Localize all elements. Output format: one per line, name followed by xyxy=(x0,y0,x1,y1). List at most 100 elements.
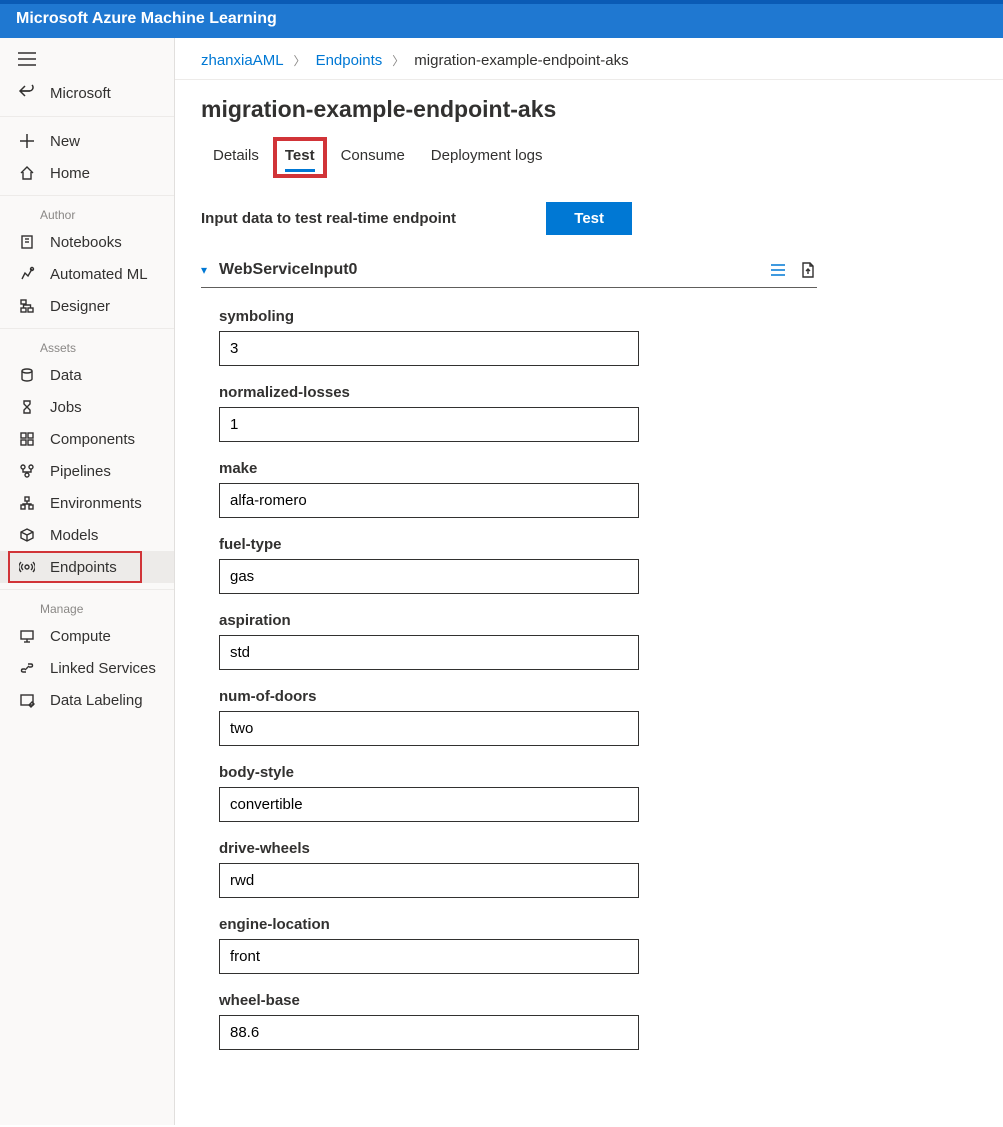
jobs-icon xyxy=(18,398,36,416)
list-view-icon[interactable] xyxy=(769,261,787,279)
sidebar-item-label: Data xyxy=(50,367,82,384)
breadcrumb-link[interactable]: Endpoints xyxy=(316,52,383,69)
field-input-wheel-base[interactable] xyxy=(219,1015,639,1050)
sidebar-item-home[interactable]: Home xyxy=(0,157,174,189)
field-label: drive-wheels xyxy=(219,840,817,863)
models-icon xyxy=(18,526,36,544)
workspace-name: Microsoft xyxy=(50,85,111,102)
field-make: make xyxy=(201,460,817,536)
notebook-icon xyxy=(18,233,36,251)
input-group-title: WebServiceInput0 xyxy=(219,261,757,279)
field-engine-location: engine-location xyxy=(201,916,817,992)
input-group-header[interactable]: ▾ WebServiceInput0 xyxy=(201,255,817,288)
designer-icon xyxy=(18,297,36,315)
product-name: Microsoft Azure Machine Learning xyxy=(16,10,277,27)
sidebar-item-linked[interactable]: Linked Services xyxy=(0,652,174,684)
field-label: num-of-doors xyxy=(219,688,817,711)
field-fuel-type: fuel-type xyxy=(201,536,817,612)
tab-consume[interactable]: Consume xyxy=(339,141,407,174)
sidebar-item-models[interactable]: Models xyxy=(0,519,174,551)
field-label: fuel-type xyxy=(219,536,817,559)
breadcrumb-current: migration-example-endpoint-aks xyxy=(414,52,628,69)
sidebar-item-environments[interactable]: Environments xyxy=(0,487,174,519)
field-label: make xyxy=(219,460,817,483)
sidebar-item-label: Models xyxy=(50,527,98,544)
sidebar-item-jobs[interactable]: Jobs xyxy=(0,391,174,423)
sidebar-item-label: Designer xyxy=(50,298,110,315)
field-input-normalized-losses[interactable] xyxy=(219,407,639,442)
field-symboling: symboling xyxy=(201,308,817,384)
tab-logs[interactable]: Deployment logs xyxy=(429,141,545,174)
sidebar-item-label: Endpoints xyxy=(50,559,117,576)
sidebar-item-notebooks[interactable]: Notebooks xyxy=(0,226,174,258)
field-label: aspiration xyxy=(219,612,817,635)
sidebar-item-label: New xyxy=(50,133,80,150)
field-body-style: body-style xyxy=(201,764,817,840)
plus-icon xyxy=(18,132,36,150)
breadcrumb-link[interactable]: zhanxiaAML xyxy=(201,52,284,69)
components-icon xyxy=(18,430,36,448)
sidebar-item-automl[interactable]: Automated ML xyxy=(0,258,174,290)
sidebar-item-label: Linked Services xyxy=(50,660,156,677)
chevron-right-icon: 〉 xyxy=(294,52,306,69)
sidebar-item-label: Environments xyxy=(50,495,142,512)
sidebar-item-endpoints[interactable]: Endpoints xyxy=(0,551,174,583)
field-label: symboling xyxy=(219,308,817,331)
tabs: Details Test Consume Deployment logs xyxy=(175,131,1003,174)
sidebar-item-label: Compute xyxy=(50,628,111,645)
sidebar-item-components[interactable]: Components xyxy=(0,423,174,455)
field-num-of-doors: num-of-doors xyxy=(201,688,817,764)
field-normalized-losses: normalized-losses xyxy=(201,384,817,460)
hamburger-button[interactable] xyxy=(0,52,174,76)
sidebar-item-pipelines[interactable]: Pipelines xyxy=(0,455,174,487)
field-input-make[interactable] xyxy=(219,483,639,518)
chevron-right-icon: 〉 xyxy=(392,52,404,69)
field-input-fuel-type[interactable] xyxy=(219,559,639,594)
sidebar-item-label: Data Labeling xyxy=(50,692,143,709)
field-label: engine-location xyxy=(219,916,817,939)
breadcrumb: zhanxiaAML 〉 Endpoints 〉 migration-examp… xyxy=(175,38,1003,80)
sidebar-item-designer[interactable]: Designer xyxy=(0,290,174,322)
main-content: zhanxiaAML 〉 Endpoints 〉 migration-examp… xyxy=(175,38,1003,1125)
workspace-selector[interactable]: Microsoft xyxy=(0,76,174,117)
automl-icon xyxy=(18,265,36,283)
compute-icon xyxy=(18,627,36,645)
labeling-icon xyxy=(18,691,36,709)
field-label: wheel-base xyxy=(219,992,817,1015)
sidebar-item-label: Home xyxy=(50,165,90,182)
field-input-aspiration[interactable] xyxy=(219,635,639,670)
sidebar-section-assets: Assets xyxy=(0,328,174,359)
home-icon xyxy=(18,164,36,182)
field-wheel-base: wheel-base xyxy=(201,992,817,1068)
field-label: body-style xyxy=(219,764,817,787)
pipelines-icon xyxy=(18,462,36,480)
sidebar-item-compute[interactable]: Compute xyxy=(0,620,174,652)
back-arrow-icon xyxy=(18,84,36,102)
test-button[interactable]: Test xyxy=(546,202,632,235)
field-drive-wheels: drive-wheels xyxy=(201,840,817,916)
file-upload-icon[interactable] xyxy=(799,261,817,279)
test-header: Input data to test real-time endpoint Te… xyxy=(175,174,1003,243)
field-input-symboling[interactable] xyxy=(219,331,639,366)
tab-details[interactable]: Details xyxy=(211,141,261,174)
endpoints-icon xyxy=(18,558,36,576)
field-input-engine-location[interactable] xyxy=(219,939,639,974)
data-icon xyxy=(18,366,36,384)
sidebar-item-new[interactable]: New xyxy=(0,125,174,157)
sidebar-section-manage: Manage xyxy=(0,589,174,620)
tab-test[interactable]: Test xyxy=(283,141,317,174)
product-banner: Microsoft Azure Machine Learning xyxy=(0,0,1003,38)
field-label: normalized-losses xyxy=(219,384,817,407)
sidebar-item-label: Components xyxy=(50,431,135,448)
sidebar-item-label: Jobs xyxy=(50,399,82,416)
environments-icon xyxy=(18,494,36,512)
sidebar-item-label: Automated ML xyxy=(50,266,148,283)
sidebar-section-author: Author xyxy=(0,195,174,226)
field-input-body-style[interactable] xyxy=(219,787,639,822)
sidebar-item-labeling[interactable]: Data Labeling xyxy=(0,684,174,716)
sidebar-item-data[interactable]: Data xyxy=(0,359,174,391)
input-section: ▾ WebServiceInput0 symboling normalized-l… xyxy=(175,243,857,1108)
field-input-drive-wheels[interactable] xyxy=(219,863,639,898)
field-input-num-of-doors[interactable] xyxy=(219,711,639,746)
link-icon xyxy=(18,659,36,677)
